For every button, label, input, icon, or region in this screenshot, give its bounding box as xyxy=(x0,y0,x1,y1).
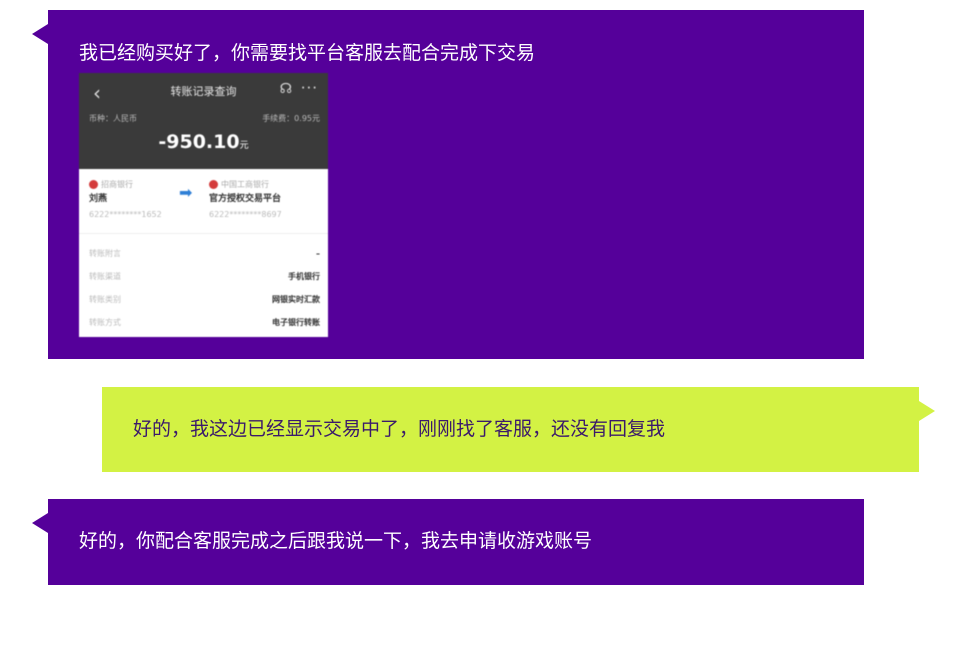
detail-label: 转账附言 xyxy=(89,249,121,258)
amount-value: -950.10 xyxy=(158,131,240,153)
more-icon: ··· xyxy=(300,79,318,97)
sender-account: 6222********1652 xyxy=(89,210,162,219)
sender-name: 刘燕 xyxy=(89,194,108,204)
sender-bank: 招商银行 xyxy=(101,180,133,189)
detail-row: 转账类别 网银实时汇款 xyxy=(79,288,328,311)
transfer-arrow-icon: ➡ xyxy=(179,183,193,202)
message-text: 我已经购买好了，你需要找平台客服去配合完成下交易 xyxy=(79,42,536,64)
bubble-tail xyxy=(32,24,48,44)
headset-icon: ☊ xyxy=(279,81,292,97)
recipient-info: 中国工商银行 官方授权交易平台 6222********8697 xyxy=(209,177,282,222)
detail-row: 转账方式 电子银行转账 xyxy=(79,311,328,334)
recipient-name: 官方授权交易平台 xyxy=(209,194,282,204)
detail-label: 转账方式 xyxy=(89,318,121,327)
bank-logo-icon xyxy=(89,180,98,189)
bubble-tail xyxy=(919,401,935,421)
transfer-parties: 招商银行 刘燕 6222********1652 ➡ 中国工商银行 官方授权交易… xyxy=(79,169,328,234)
transfer-receipt-image[interactable]: ‹ 转账记录查询 ☊ ··· 币种：人民币 手续费：0.95元 -950.10元… xyxy=(79,73,328,337)
message-bubble-sent: 好的，我这边已经显示交易中了，刚刚找了客服，还没有回复我 xyxy=(102,387,935,472)
detail-value: 网银实时汇款 xyxy=(272,295,320,304)
transfer-amount: -950.10元 xyxy=(79,131,328,153)
detail-value: 手机银行 xyxy=(288,272,320,281)
bubble-tail xyxy=(32,513,48,533)
detail-label: 转账渠道 xyxy=(89,272,121,281)
detail-row: 转账渠道 手机银行 xyxy=(79,265,328,288)
fee-label: 手续费：0.95元 xyxy=(262,114,320,123)
receipt-header: ‹ 转账记录查询 ☊ ··· 币种：人民币 手续费：0.95元 -950.10元 xyxy=(79,73,328,169)
bank-logo-icon xyxy=(209,180,218,189)
detail-value: 电子银行转账 xyxy=(272,318,320,327)
message-text: 好的，你配合客服完成之后跟我说一下，我去申请收游戏账号 xyxy=(79,530,593,552)
message-bubble-received: 好的，你配合客服完成之后跟我说一下，我去申请收游戏账号 xyxy=(32,499,864,585)
recipient-bank: 中国工商银行 xyxy=(221,180,269,189)
message-text: 好的，我这边已经显示交易中了，刚刚找了客服，还没有回复我 xyxy=(133,418,666,440)
message-bubble-received: 我已经购买好了，你需要找平台客服去配合完成下交易 ‹ 转账记录查询 ☊ ··· … xyxy=(32,10,864,359)
amount-unit: 元 xyxy=(239,141,249,151)
detail-value: – xyxy=(316,249,320,258)
sender-info: 招商银行 刘燕 6222********1652 xyxy=(89,177,162,222)
detail-label: 转账类别 xyxy=(89,295,121,304)
currency-label: 币种：人民币 xyxy=(89,114,137,123)
receipt-details: 转账附言 – 转账渠道 手机银行 转账类别 网银实时汇款 转账方式 电子银行转账 xyxy=(79,234,328,334)
recipient-account: 6222********8697 xyxy=(209,210,282,219)
detail-row: 转账附言 – xyxy=(79,242,328,265)
